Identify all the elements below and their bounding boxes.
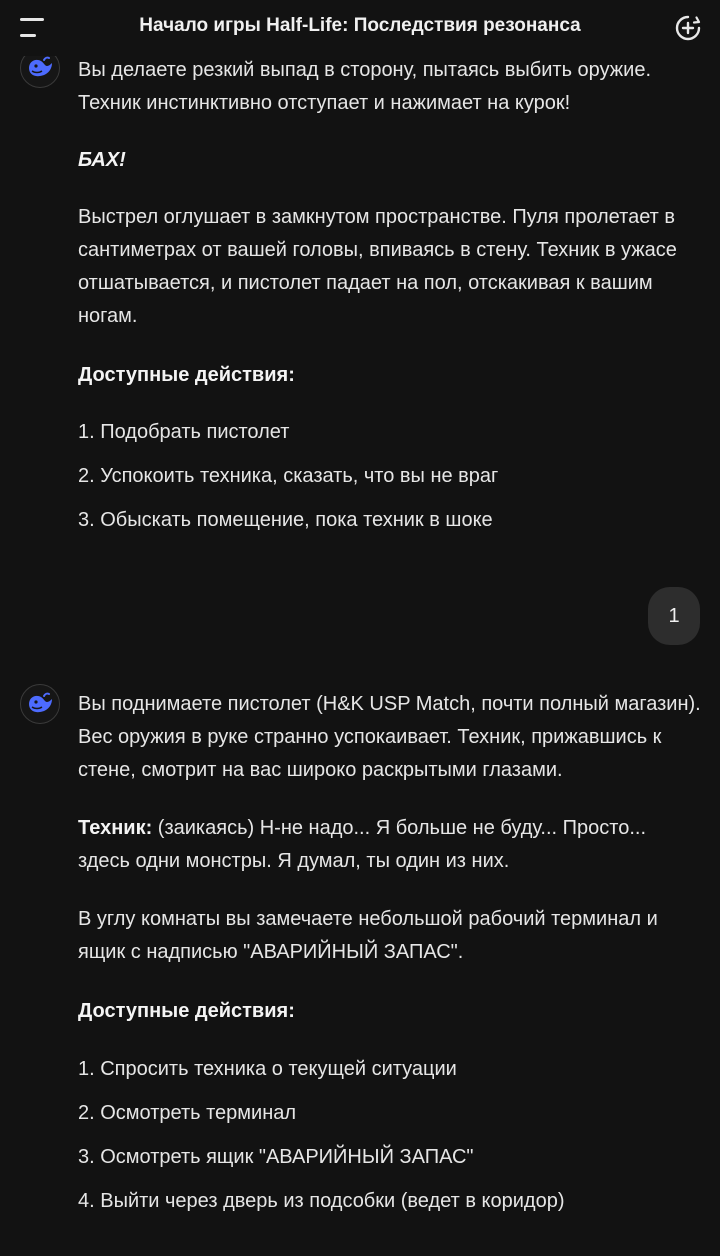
whale-logo-icon bbox=[29, 56, 52, 77]
list-item: 3. Обыскать помещение, пока техник в шок… bbox=[78, 509, 493, 531]
message-paragraph: В углу комнаты вы замечаете небольшой ра… bbox=[78, 908, 658, 963]
assistant-message: Вы поднимаете пистолет (H&K USP Match, п… bbox=[78, 688, 703, 1218]
actions-heading: Доступные действия: bbox=[78, 1000, 295, 1022]
list-item: 1. Подобрать пистолет bbox=[78, 421, 290, 443]
chat-title[interactable]: Начало игры Half-Life: Последствия резон… bbox=[70, 15, 650, 37]
actions-heading: Доступные действия: bbox=[78, 364, 295, 386]
list-item: 2. Осмотреть терминал bbox=[78, 1102, 297, 1124]
list-item: 2. Успокоить техника, сказать, что вы не… bbox=[78, 465, 499, 487]
new-chat-icon bbox=[675, 15, 701, 41]
message-paragraph: Выстрел оглушает в замкнутом пространств… bbox=[78, 206, 677, 327]
message-paragraph: Вы поднимаете пистолет (H&K USP Match, п… bbox=[78, 693, 701, 781]
list-item: 4. Выйти через дверь из подсобки (ведет … bbox=[78, 1190, 565, 1212]
actions-list: 1. Спросить техника о текущей ситуации 2… bbox=[78, 1053, 703, 1218]
list-item: 1. Спросить техника о текущей ситуации bbox=[78, 1058, 457, 1080]
menu-icon-line bbox=[20, 34, 36, 37]
speaker-label: Техник: bbox=[78, 817, 153, 839]
speaker-text: (заикаясь) Н-не надо... Я больше не буду… bbox=[78, 817, 646, 872]
new-chat-button[interactable] bbox=[674, 14, 702, 42]
list-item: 3. Осмотреть ящик "АВАРИЙНЫЙ ЗАПАС" bbox=[78, 1146, 474, 1168]
user-message-bubble[interactable]: 1 bbox=[648, 587, 700, 645]
actions-list: 1. Подобрать пистолет 2. Успокоить техни… bbox=[78, 416, 703, 537]
assistant-avatar bbox=[20, 684, 60, 724]
message-exclamation: БАХ! bbox=[78, 149, 126, 171]
message-paragraph: Техник: (заикаясь) Н-не надо... Я больше… bbox=[78, 812, 703, 878]
top-bar: Начало игры Half-Life: Последствия резон… bbox=[0, 0, 720, 56]
menu-button[interactable] bbox=[20, 16, 46, 40]
message-paragraph: Вы делаете резкий выпад в сторону, пытая… bbox=[78, 59, 652, 114]
assistant-message: Вы делаете резкий выпад в сторону, пытая… bbox=[78, 54, 703, 537]
whale-logo-icon bbox=[29, 692, 52, 713]
menu-icon bbox=[20, 18, 44, 21]
